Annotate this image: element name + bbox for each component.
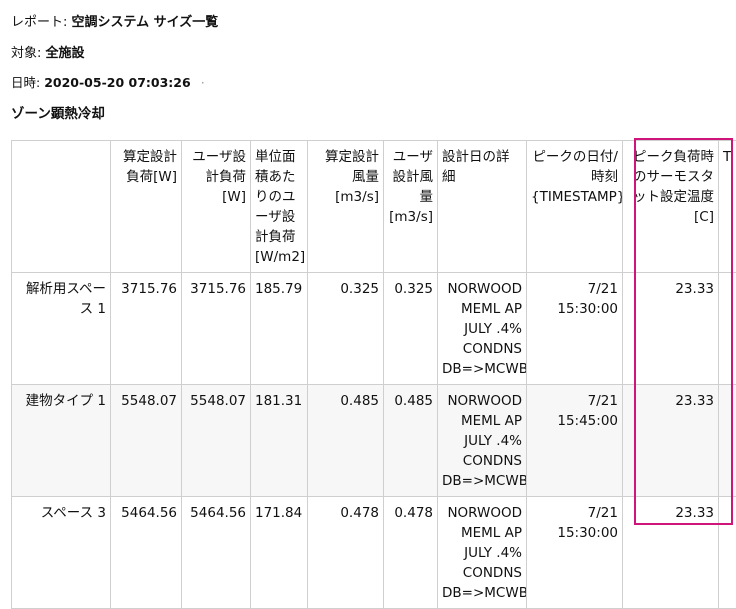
user-flow-cell: 0.485: [384, 385, 438, 497]
table-row: スペース 3 5464.56 5464.56 171.84 0.478 0.47…: [12, 497, 736, 609]
per-area-cell: 171.84: [251, 497, 308, 609]
table-header-row: 算定設計負荷[W] ユーザ設計負荷[W] 単位面積あたりのユーザ設計負荷[W/m…: [12, 141, 736, 273]
report-label: レポート:: [11, 15, 67, 30]
header-truncated-column: T: [719, 141, 736, 273]
user-load-cell: 3715.76: [182, 273, 251, 385]
peak-datetime-cell: 7/21 15:45:00: [527, 385, 623, 497]
target-line: 対象: 全施設: [11, 42, 85, 61]
section-title: ゾーン顕熱冷却: [11, 102, 105, 122]
row-name: 解析用スペース 1: [12, 273, 111, 385]
header-load-per-area: 単位面積あたりのユーザ設計負荷[W/m2]: [251, 141, 308, 273]
truncated-cell: [719, 497, 736, 609]
header-calc-load: 算定設計負荷[W]: [111, 141, 182, 273]
design-day-cell: NORWOOD MEML AP JULY .4% CONDNS DB=>MCWB: [438, 273, 527, 385]
calc-flow-cell: 0.485: [308, 385, 384, 497]
header-design-day: 設計日の詳細: [438, 141, 527, 273]
timestamp-label: 日時:: [11, 75, 40, 90]
truncated-cell: [719, 273, 736, 385]
header-calc-flow: 算定設計風量[m3/s]: [308, 141, 384, 273]
target-value: 全施設: [46, 46, 85, 61]
header-thermostat-setpoint: ピーク負荷時のサーモスタット設定温度[C]: [623, 141, 719, 273]
timestamp-line: 日時: 2020-05-20 07:03:26 ·: [11, 72, 205, 91]
report-line: レポート: 空調システム サイズ一覧: [11, 11, 218, 30]
design-day-cell: NORWOOD MEML AP JULY .4% CONDNS DB=>MCWB: [438, 385, 527, 497]
row-name: スペース 3: [12, 497, 111, 609]
header-peak-datetime: ピークの日付/時刻{TIMESTAMP}: [527, 141, 623, 273]
timestamp-value: 2020-05-20 07:03:26: [44, 75, 191, 90]
table-row: 解析用スペース 1 3715.76 3715.76 185.79 0.325 0…: [12, 273, 736, 385]
calc-load-cell: 3715.76: [111, 273, 182, 385]
setpoint-cell: 23.33: [623, 497, 719, 609]
sizing-table: 算定設計負荷[W] ユーザ設計負荷[W] 単位面積あたりのユーザ設計負荷[W/m…: [11, 140, 736, 609]
truncated-cell: [719, 385, 736, 497]
design-day-cell: NORWOOD MEML AP JULY .4% CONDNS DB=>MCWB: [438, 497, 527, 609]
user-load-cell: 5464.56: [182, 497, 251, 609]
header-user-flow: ユーザ設計風量[m3/s]: [384, 141, 438, 273]
report-title: 空調システム サイズ一覧: [72, 15, 219, 30]
target-label: 対象:: [11, 46, 41, 61]
setpoint-cell: 23.33: [623, 273, 719, 385]
user-load-cell: 5548.07: [182, 385, 251, 497]
row-name: 建物タイプ 1: [12, 385, 111, 497]
per-area-cell: 181.31: [251, 385, 308, 497]
calc-flow-cell: 0.478: [308, 497, 384, 609]
user-flow-cell: 0.325: [384, 273, 438, 385]
header-user-load: ユーザ設計負荷[W]: [182, 141, 251, 273]
calc-flow-cell: 0.325: [308, 273, 384, 385]
header-row-name: [12, 141, 111, 273]
setpoint-cell: 23.33: [623, 385, 719, 497]
calc-load-cell: 5464.56: [111, 497, 182, 609]
separator-dot: ·: [201, 75, 205, 90]
table-row: 建物タイプ 1 5548.07 5548.07 181.31 0.485 0.4…: [12, 385, 736, 497]
per-area-cell: 185.79: [251, 273, 308, 385]
calc-load-cell: 5548.07: [111, 385, 182, 497]
user-flow-cell: 0.478: [384, 497, 438, 609]
peak-datetime-cell: 7/21 15:30:00: [527, 497, 623, 609]
peak-datetime-cell: 7/21 15:30:00: [527, 273, 623, 385]
